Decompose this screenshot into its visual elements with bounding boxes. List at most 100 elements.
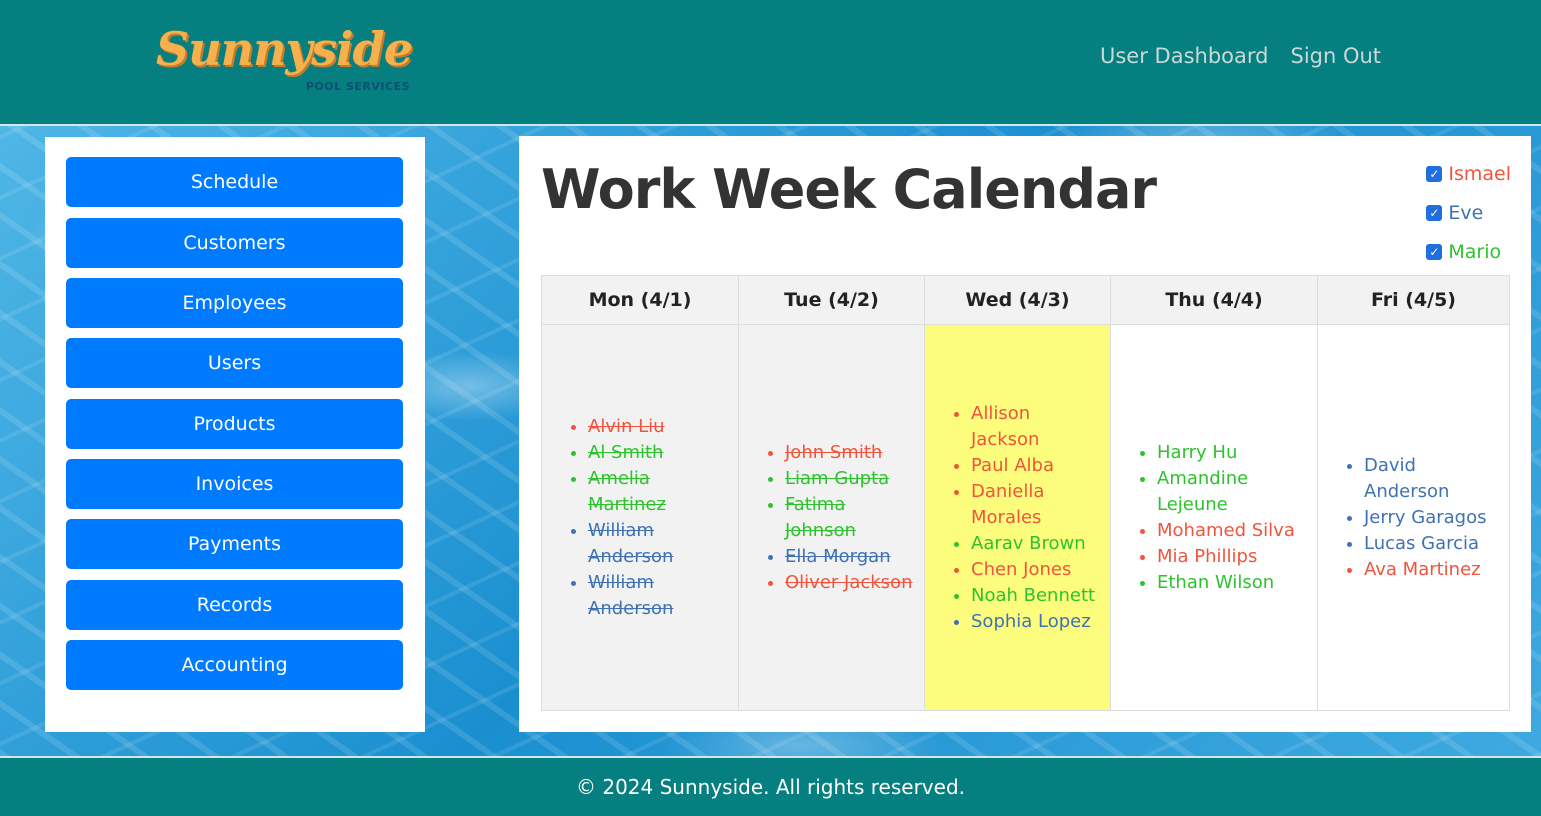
day-header-fri: Fri (4/5) <box>1317 275 1510 325</box>
filter-ismael[interactable]: ✓ Ismael <box>1426 154 1511 193</box>
filter-label-mario: Mario <box>1448 240 1502 263</box>
day-cell-thu: Harry Hu Amandine Lejeune Mohamed Silva Mia… <box>1110 324 1318 711</box>
day-cell-mon: Alvin LiuAl SmithAmelia MartinezWilliam … <box>541 324 739 711</box>
customer-name: Jerry Garagos <box>1364 506 1487 528</box>
sign-out-link[interactable]: Sign Out <box>1290 44 1381 68</box>
customer-name: Oliver Jackson <box>785 571 913 593</box>
appointment-list: Alvin LiuAl SmithAmelia MartinezWilliam … <box>570 414 728 622</box>
filter-mario[interactable]: ✓ Mario <box>1426 232 1511 271</box>
appointment-item[interactable]: Al Smith <box>588 440 728 466</box>
customer-name: Liam Gupta <box>785 467 890 489</box>
products-button[interactable]: Products <box>66 399 403 449</box>
week-calendar: Mon (4/1) Tue (4/2) Wed (4/3) Thu (4/4) … <box>541 275 1510 711</box>
calendar-header-row: Mon (4/1) Tue (4/2) Wed (4/3) Thu (4/4) … <box>541 275 1510 325</box>
customer-name: Fatima Johnson <box>785 493 856 541</box>
appointment-item[interactable]: Liam Gupta <box>785 466 914 492</box>
employees-button[interactable]: Employees <box>66 278 403 328</box>
day-header-thu: Thu (4/4) <box>1110 275 1318 325</box>
appointment-item[interactable]: Mohamed Silva <box>1157 518 1307 544</box>
appointment-list: David Anderson Jerry Garagos Lucas Garcia A… <box>1346 453 1499 583</box>
appointment-list: Allison Jackson Paul Alba Daniella Morales… <box>953 401 1100 635</box>
employee-filters: ✓ Ismael ✓ Eve ✓ Mario <box>1426 154 1511 271</box>
customer-name: Paul Alba <box>971 454 1054 476</box>
logo-wordmark: Sunnyside <box>156 22 413 76</box>
invoices-button[interactable]: Invoices <box>66 459 403 509</box>
checkbox-ismael[interactable]: ✓ <box>1426 165 1443 182</box>
sunnyside-logo[interactable]: Sunnyside POOL SERVICES <box>156 20 418 100</box>
appointment-item[interactable]: Ella Morgan <box>785 544 914 570</box>
customer-name: Alvin Liu <box>588 415 665 437</box>
appointment-item[interactable]: Fatima Johnson <box>785 492 914 544</box>
page-title: Work Week Calendar <box>541 158 1157 221</box>
appointment-item[interactable]: Oliver Jackson <box>785 570 914 596</box>
records-button[interactable]: Records <box>66 580 403 630</box>
appointment-item[interactable]: Ava Martinez <box>1364 557 1499 583</box>
schedule-button[interactable]: Schedule <box>66 157 403 207</box>
appointment-item[interactable]: Paul Alba <box>971 453 1100 479</box>
customer-name: Sophia Lopez <box>971 610 1091 632</box>
appointment-item[interactable]: Harry Hu <box>1157 440 1307 466</box>
payments-button[interactable]: Payments <box>66 519 403 569</box>
customer-name: Noah Bennett <box>971 584 1096 606</box>
day-cell-wed: Allison Jackson Paul Alba Daniella Morales… <box>924 324 1111 711</box>
customer-name: Mohamed Silva <box>1157 519 1295 541</box>
customer-name: Ella Morgan <box>785 545 891 567</box>
customer-name: Harry Hu <box>1157 441 1238 463</box>
appointment-item[interactable]: Noah Bennett <box>971 583 1100 609</box>
appointment-item[interactable]: Daniella Morales <box>971 479 1100 531</box>
appointment-item[interactable]: Sophia Lopez <box>971 609 1100 635</box>
customer-name: John Smith <box>785 441 883 463</box>
customer-name: Allison Jackson <box>971 402 1040 450</box>
appointment-item[interactable]: Mia Phillips <box>1157 544 1307 570</box>
appointment-item[interactable]: Jerry Garagos <box>1364 505 1499 531</box>
logo-tagline: POOL SERVICES <box>305 80 410 93</box>
customer-name: William Anderson <box>588 519 674 567</box>
customer-name: Aarav Brown <box>971 532 1086 554</box>
customer-name: Amelia Martinez <box>588 467 666 515</box>
appointment-item[interactable]: Amandine Lejeune <box>1157 466 1307 518</box>
appointment-item[interactable]: Amelia Martinez <box>588 466 728 518</box>
appointment-item[interactable]: Allison Jackson <box>971 401 1100 453</box>
appointment-item[interactable]: Chen Jones <box>971 557 1100 583</box>
calendar-panel: Work Week Calendar ✓ Ismael ✓ Eve ✓ Mari… <box>519 136 1531 732</box>
day-cell-tue: John Smith Liam Gupta Fatima Johnson Ella M… <box>738 324 925 711</box>
filter-label-ismael: Ismael <box>1448 162 1511 185</box>
appointment-item[interactable]: Lucas Garcia <box>1364 531 1499 557</box>
customer-name: David Anderson <box>1364 454 1450 502</box>
appointment-item[interactable]: John Smith <box>785 440 914 466</box>
appointment-item[interactable]: Aarav Brown <box>971 531 1100 557</box>
customers-button[interactable]: Customers <box>66 218 403 268</box>
filter-eve[interactable]: ✓ Eve <box>1426 193 1511 232</box>
day-cell-fri: David Anderson Jerry Garagos Lucas Garcia A… <box>1317 324 1510 711</box>
sidebar: Schedule Customers Employees Users Produ… <box>45 137 425 732</box>
users-button[interactable]: Users <box>66 338 403 388</box>
appointment-list: Harry Hu Amandine Lejeune Mohamed Silva Mia… <box>1139 440 1307 596</box>
day-header-tue: Tue (4/2) <box>738 275 925 325</box>
customer-name: Daniella Morales <box>971 480 1045 528</box>
appointment-item[interactable]: David Anderson <box>1364 453 1499 505</box>
customer-name: William Anderson <box>588 571 674 619</box>
customer-name: Ethan Wilson <box>1157 571 1275 593</box>
customer-name: Lucas Garcia <box>1364 532 1480 554</box>
site-header: Sunnyside POOL SERVICES User Dashboard S… <box>0 0 1541 124</box>
appointment-item[interactable]: Ethan Wilson <box>1157 570 1307 596</box>
customer-name: Ava Martinez <box>1364 558 1481 580</box>
top-nav: User Dashboard Sign Out <box>1100 44 1381 68</box>
checkbox-mario[interactable]: ✓ <box>1426 243 1443 260</box>
day-header-mon: Mon (4/1) <box>541 275 739 325</box>
accounting-button[interactable]: Accounting <box>66 640 403 690</box>
appointment-item[interactable]: William Anderson <box>588 518 728 570</box>
user-dashboard-link[interactable]: User Dashboard <box>1100 44 1268 68</box>
appointment-item[interactable]: Alvin Liu <box>588 414 728 440</box>
appointment-list: John Smith Liam Gupta Fatima Johnson Ella M… <box>767 440 914 596</box>
copyright-text: © 2024 Sunnyside. All rights reserved. <box>575 775 965 799</box>
site-footer: © 2024 Sunnyside. All rights reserved. <box>0 758 1541 816</box>
appointment-item[interactable]: William Anderson <box>588 570 728 622</box>
day-header-wed: Wed (4/3) <box>924 275 1111 325</box>
customer-name: Chen Jones <box>971 558 1072 580</box>
customer-name: Amandine Lejeune <box>1157 467 1249 515</box>
customer-name: Mia Phillips <box>1157 545 1258 567</box>
customer-name: Al Smith <box>588 441 664 463</box>
checkbox-eve[interactable]: ✓ <box>1426 204 1443 221</box>
filter-label-eve: Eve <box>1448 201 1484 224</box>
